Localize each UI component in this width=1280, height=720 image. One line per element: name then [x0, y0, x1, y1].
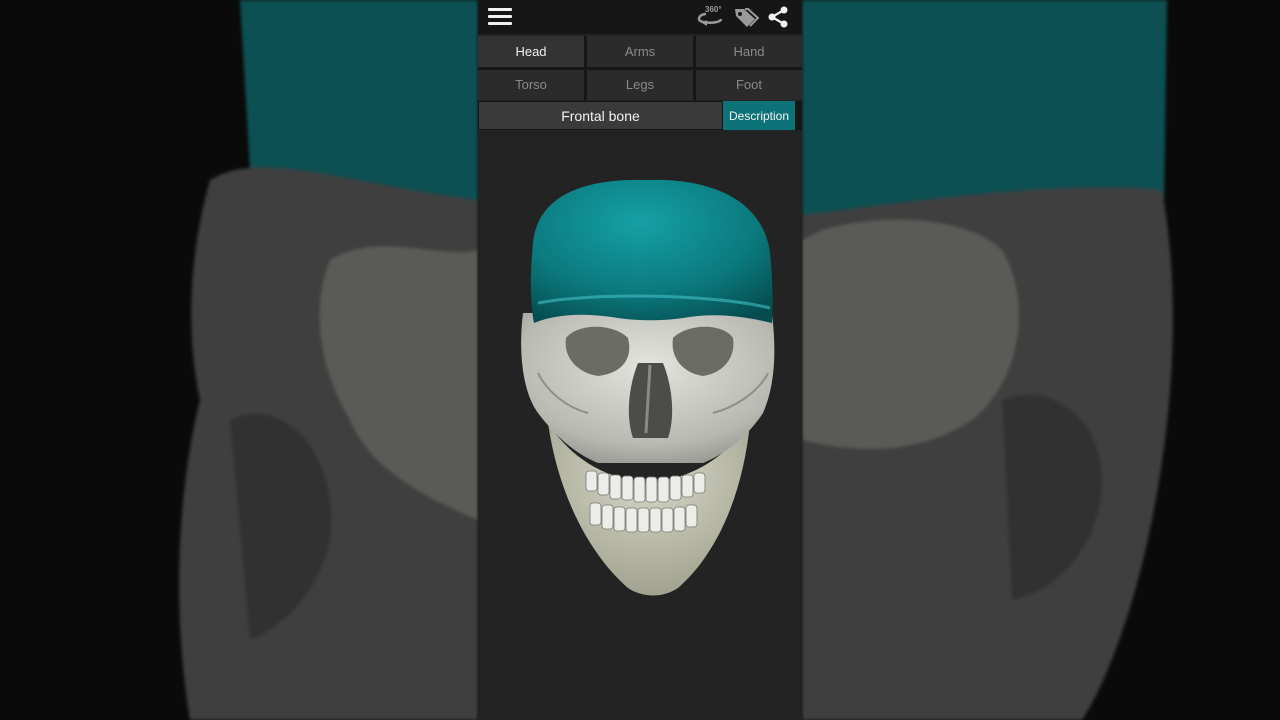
background-blur-left: [0, 0, 478, 720]
tab-head[interactable]: Head: [478, 36, 584, 67]
app-screen: 360° Head Arms Hand Torso Legs Foot Fron…: [478, 0, 802, 720]
tab-hand[interactable]: Hand: [696, 36, 802, 67]
tab-foot[interactable]: Foot: [696, 69, 802, 100]
body-region-tabs: Head Arms Hand Torso Legs Foot: [478, 36, 802, 100]
selection-bar: Frontal bone Description: [478, 101, 802, 130]
tags-icon[interactable]: [733, 6, 760, 28]
rotate-360-icon[interactable]: 360°: [696, 5, 724, 28]
tab-legs[interactable]: Legs: [587, 69, 693, 100]
hamburger-menu-icon[interactable]: [488, 7, 512, 27]
share-icon[interactable]: [767, 6, 789, 28]
skull-3d-viewer[interactable]: [478, 133, 802, 720]
tab-arms[interactable]: Arms: [587, 36, 693, 67]
tab-torso[interactable]: Torso: [478, 69, 584, 100]
rotate-360-label: 360°: [705, 5, 722, 14]
top-toolbar: 360°: [478, 0, 802, 34]
background-blur-right: [802, 0, 1280, 720]
selected-bone-name: Frontal bone: [479, 102, 722, 129]
description-button[interactable]: Description: [723, 101, 795, 130]
